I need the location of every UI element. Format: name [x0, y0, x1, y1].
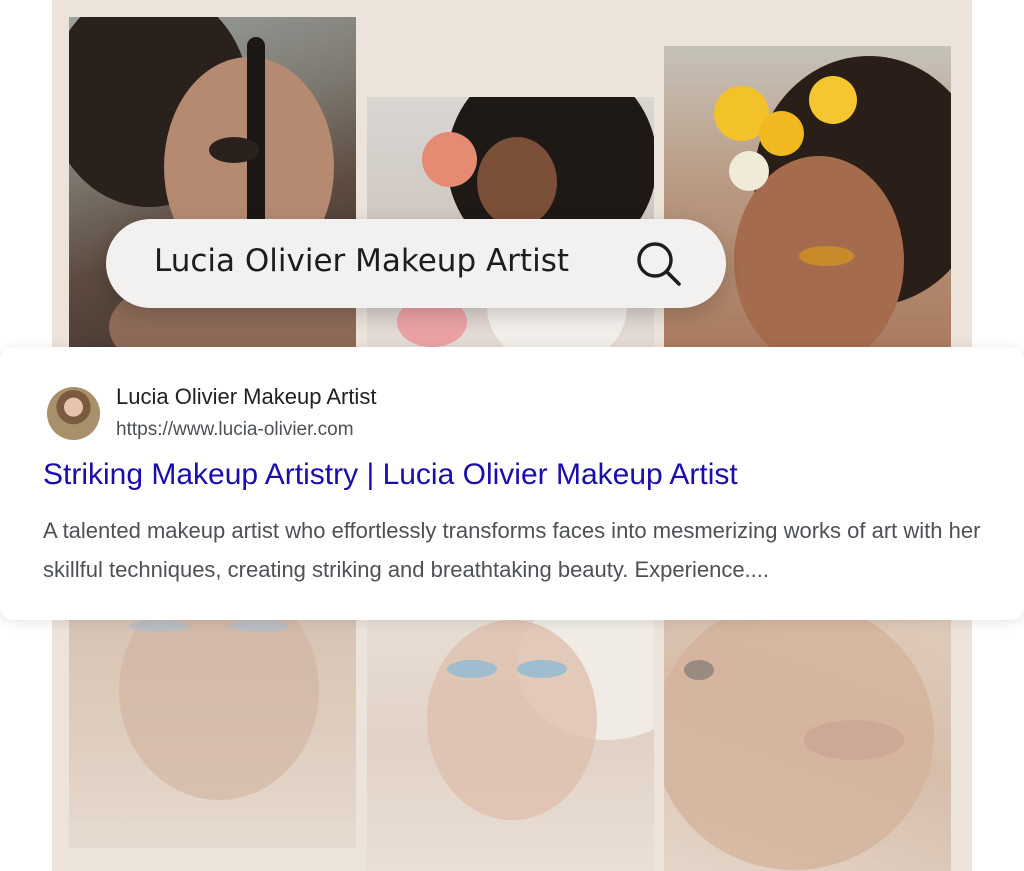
result-site-name: Lucia Olivier Makeup Artist	[116, 384, 377, 409]
portrait-photo-feathers	[367, 620, 654, 871]
search-result-card: Lucia Olivier Makeup Artist https://www.…	[0, 347, 1024, 620]
result-url[interactable]: https://www.lucia-olivier.com	[116, 419, 354, 441]
result-snippet: A talented makeup artist who effortlessl…	[43, 518, 981, 582]
portrait-photo-glow	[69, 620, 356, 848]
result-title-link[interactable]: Striking Makeup Artistry | Lucia Olivier…	[43, 458, 738, 492]
search-icon[interactable]	[634, 239, 684, 289]
portrait-photo-yellow-roses	[664, 46, 951, 353]
search-bar[interactable]: Lucia Olivier Makeup Artist	[106, 219, 726, 308]
search-query[interactable]: Lucia Olivier Makeup Artist	[154, 243, 569, 279]
portrait-photo-closeup	[664, 620, 951, 871]
site-favicon	[47, 387, 100, 440]
